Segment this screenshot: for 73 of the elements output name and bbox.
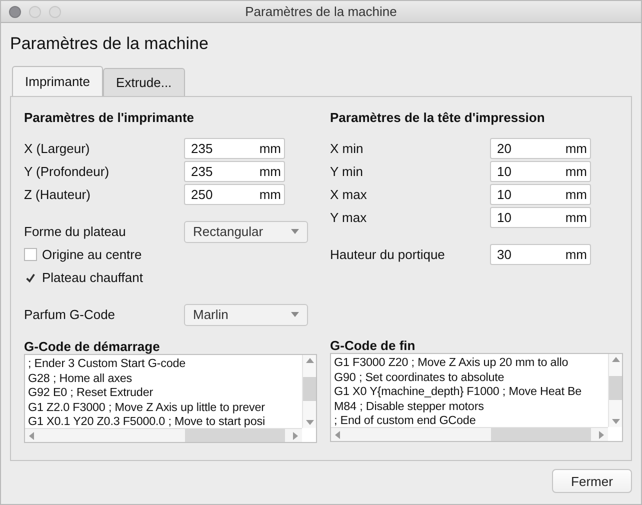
section-title: G-Code de fin: [330, 339, 416, 353]
scroll-down-icon[interactable]: [306, 420, 314, 425]
code-line: G92 E0 ; Reset Extruder: [28, 386, 154, 401]
checkbox-label: Origine au centre: [42, 247, 142, 262]
number-field[interactable]: 250 mm: [184, 184, 285, 205]
number-field[interactable]: 20 mm: [490, 138, 591, 159]
caret-icon: [291, 312, 299, 317]
field-label: Forme du plateau: [24, 224, 127, 239]
zoom-button[interactable]: [49, 6, 61, 18]
minimize-button[interactable]: [29, 6, 41, 18]
vertical-scrollbar[interactable]: [608, 354, 622, 427]
scroll-thumb[interactable]: [609, 376, 622, 400]
field-label: Y (Profondeur): [24, 164, 110, 179]
unit-label: mm: [565, 210, 587, 225]
vertical-scrollbar[interactable]: [302, 355, 316, 428]
code-line: G28 ; Home all axes: [28, 372, 132, 386]
scroll-up-icon[interactable]: [306, 358, 314, 363]
field-label: X min: [330, 141, 364, 156]
code-line: G1 Z2.0 F3000 ; Move Z Axis up little to prever: [28, 400, 265, 416]
scroll-left-icon[interactable]: [29, 432, 34, 440]
code-editor[interactable]: ; Ender 3 Custom Start G-code G28 ; Home all axes G92 E0 ; Reset Extruder G1 Z2.0 F3000 ; Move Z Axis up little to prever G1 X0.1 Y20 Z0.3 F5000.0 ; Move to start posi: [24, 354, 317, 443]
horizontal-scrollbar[interactable]: [25, 428, 302, 442]
scroll-left-icon[interactable]: [335, 430, 340, 438]
unit-label: mm: [565, 141, 587, 156]
checkbox-label: Plateau chauffant: [42, 270, 143, 285]
field-label: X (Largeur): [24, 141, 91, 156]
number-field[interactable]: 10 mm: [490, 184, 591, 205]
number-field[interactable]: 10 mm: [490, 207, 591, 228]
unit-label: mm: [565, 247, 587, 262]
field-label: Parfum G-Code: [24, 307, 116, 322]
code-line: G1 X0 Y{machine_depth} F1000 ; Move Heat Be: [334, 385, 582, 400]
dropdown[interactable]: Rectangular: [184, 220, 308, 242]
tab[interactable]: Extrude...: [103, 68, 185, 96]
close-button[interactable]: Fermer: [552, 469, 632, 493]
number-field[interactable]: 235 mm: [184, 161, 285, 182]
scroll-up-icon[interactable]: [612, 357, 620, 362]
scroll-down-icon[interactable]: [612, 419, 620, 424]
unit-label: mm: [565, 164, 587, 179]
number-field[interactable]: 10 mm: [490, 161, 591, 182]
code-line: M84 ; Disable stepper motors: [334, 400, 484, 414]
section-title: Paramètres de la tête d'impression: [330, 110, 545, 125]
dropdown[interactable]: Marlin: [184, 304, 308, 326]
number-field[interactable]: 30 mm: [490, 244, 591, 265]
tab[interactable]: Imprimante: [12, 66, 104, 96]
code-line: G90 ; Set coordinates to absolute: [334, 370, 504, 386]
close-button[interactable]: [9, 6, 21, 18]
code-editor[interactable]: G1 F3000 Z20 ; Move Z Axis up 20 mm to allo G90 ; Set coordinates to absolute G1 X0 Y{machine_depth} F1000 ; Move Heat Be M84 ; Disable stepper motors ; End of custom end GCode: [330, 353, 623, 442]
horizontal-scrollbar[interactable]: [331, 427, 608, 441]
section-title: G-Code de démarrage: [24, 340, 160, 354]
scroll-right-icon[interactable]: [599, 430, 604, 438]
field-label: Y min: [330, 164, 364, 179]
unit-label: mm: [565, 187, 587, 202]
field-label: Y max: [330, 210, 368, 225]
code-line: ; Ender 3 Custom Start G-code: [28, 357, 186, 372]
code-line: G1 F3000 Z20 ; Move Z Axis up 20 mm to allo: [334, 356, 568, 371]
number-field[interactable]: 235 mm: [184, 138, 285, 159]
section-title: Paramètres de l'imprimante: [24, 110, 194, 125]
field-label: X max: [330, 187, 368, 202]
unit-label: mm: [259, 164, 281, 179]
dialog-heading: Paramètres de la machine: [10, 34, 208, 54]
scroll-right-icon[interactable]: [293, 432, 298, 440]
scroll-thumb[interactable]: [185, 429, 285, 442]
checkbox[interactable]: [24, 248, 37, 261]
scroll-thumb[interactable]: [303, 377, 316, 401]
window-title: Paramètres de la machine: [245, 4, 397, 19]
code-line: G1 X0.1 Y20 Z0.3 F5000.0 ; Move to start posi: [28, 415, 265, 428]
unit-label: mm: [259, 141, 281, 156]
scroll-thumb[interactable]: [491, 428, 591, 441]
field-label: Hauteur du portique: [330, 247, 446, 262]
caret-icon: [291, 229, 299, 234]
unit-label: mm: [259, 187, 281, 202]
field-label: Z (Hauteur): [24, 187, 92, 202]
code-line: ; End of custom end GCode: [334, 414, 476, 427]
